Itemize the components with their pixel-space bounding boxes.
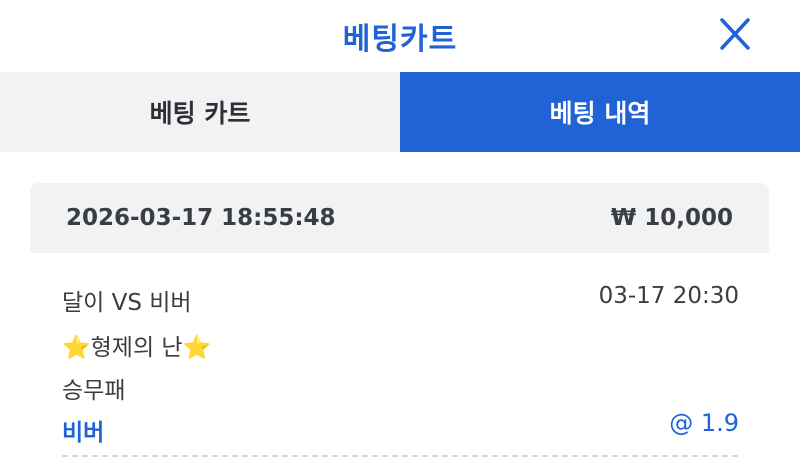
bet-pick: 비버 <box>62 420 105 446</box>
header: 베팅카트 <box>0 0 800 72</box>
close-button[interactable] <box>713 14 757 54</box>
page-title: 베팅카트 <box>342 22 458 57</box>
bet-datetime: 2026-03-17 18:55:48 <box>66 205 336 231</box>
tab-bet-history[interactable]: 베팅 내역 <box>400 72 800 152</box>
league-label: 형제의 난 <box>90 335 183 361</box>
close-icon <box>720 18 750 50</box>
divider <box>62 455 738 457</box>
bet-card-header: 2026-03-17 18:55:48 ₩ 10,000 <box>30 183 769 253</box>
tab-bar: 베팅 카트 베팅 내역 <box>0 72 800 152</box>
bet-odds: @ 1.9 <box>669 409 739 437</box>
star-icon: ⭐ <box>182 335 212 361</box>
market-type: 승무패 <box>62 378 126 404</box>
bet-amount: ₩ 10,000 <box>610 205 733 231</box>
match-name: 달이 VS 비버 <box>62 290 192 316</box>
league-name: ⭐형제의 난⭐ <box>62 328 211 362</box>
match-time: 03-17 20:30 <box>598 283 739 309</box>
bet-card-body: 달이 VS 비버 03-17 20:30 ⭐형제의 난⭐ 승무패 비버 @ 1.… <box>30 253 769 458</box>
star-icon: ⭐ <box>62 335 91 361</box>
tab-bet-cart[interactable]: 베팅 카트 <box>0 72 400 152</box>
